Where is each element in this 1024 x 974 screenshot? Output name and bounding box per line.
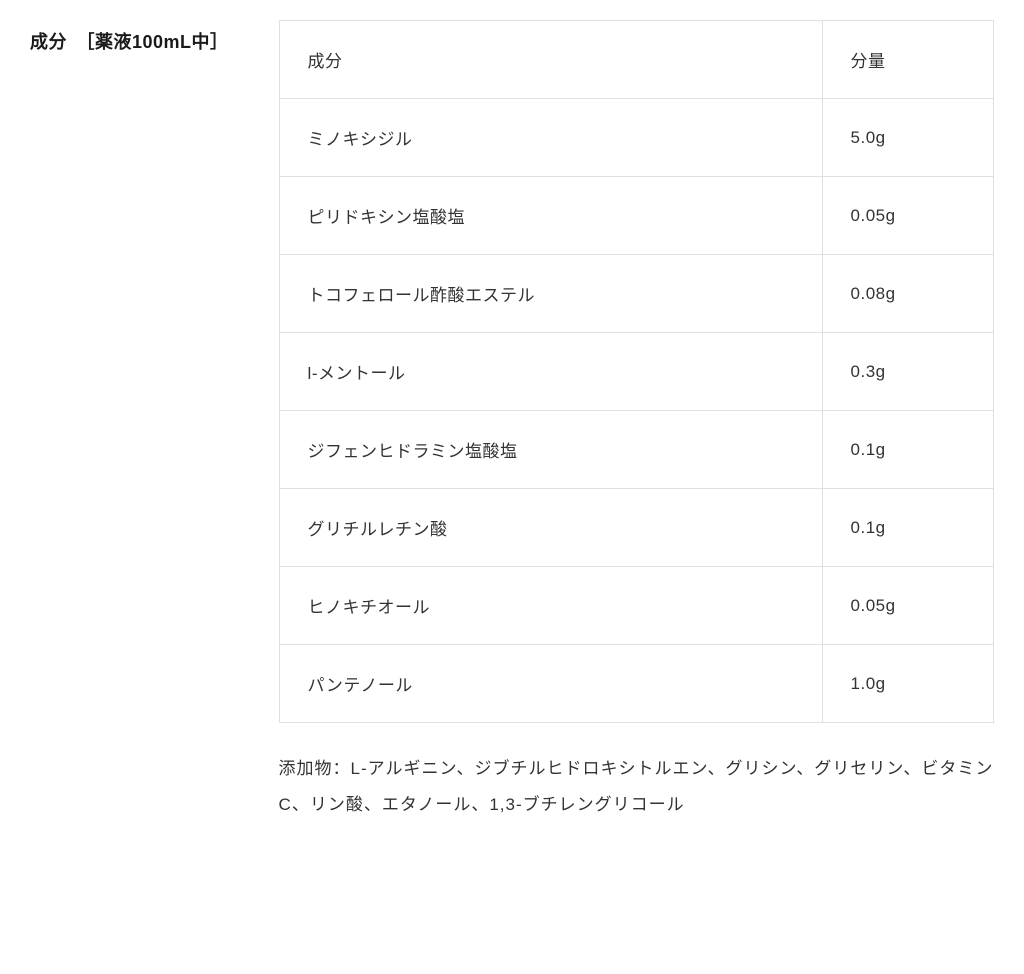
- cell-amount: 0.1g: [822, 411, 993, 489]
- cell-ingredient: ミノキシジル: [279, 99, 822, 177]
- table-row: ミノキシジル 5.0g: [279, 99, 993, 177]
- cell-amount: 1.0g: [822, 645, 993, 723]
- cell-ingredient: パンテノール: [279, 645, 822, 723]
- cell-amount: 0.3g: [822, 333, 993, 411]
- ingredients-table: 成分 分量 ミノキシジル 5.0g ピリドキシン塩酸塩 0.05g トコフェロー…: [279, 20, 994, 723]
- cell-ingredient: トコフェロール酢酸エステル: [279, 255, 822, 333]
- cell-ingredient: ピリドキシン塩酸塩: [279, 177, 822, 255]
- cell-amount: 0.08g: [822, 255, 993, 333]
- table-row: パンテノール 1.0g: [279, 645, 993, 723]
- table-row: グリチルレチン酸 0.1g: [279, 489, 993, 567]
- additives-text: 添加物：L-アルギニン、ジブチルヒドロキシトルエン、グリシン、グリセリン、ビタミ…: [279, 751, 994, 822]
- cell-amount: 0.1g: [822, 489, 993, 567]
- table-row: ピリドキシン塩酸塩 0.05g: [279, 177, 993, 255]
- cell-amount: 5.0g: [822, 99, 993, 177]
- table-row: ヒノキチオール 0.05g: [279, 567, 993, 645]
- table-row: l-メントール 0.3g: [279, 333, 993, 411]
- ingredients-section: 成分 ［薬液100mL中］ 成分 分量 ミノキシジル 5.0g ピリドキシン塩酸…: [30, 20, 994, 822]
- cell-amount: 0.05g: [822, 567, 993, 645]
- cell-ingredient: ヒノキチオール: [279, 567, 822, 645]
- table-row: トコフェロール酢酸エステル 0.08g: [279, 255, 993, 333]
- table-row: ジフェンヒドラミン塩酸塩 0.1g: [279, 411, 993, 489]
- section-title: 成分 ［薬液100mL中］: [30, 20, 229, 822]
- cell-ingredient: ジフェンヒドラミン塩酸塩: [279, 411, 822, 489]
- cell-amount: 0.05g: [822, 177, 993, 255]
- cell-ingredient: l-メントール: [279, 333, 822, 411]
- header-amount: 分量: [822, 21, 993, 99]
- ingredients-content: 成分 分量 ミノキシジル 5.0g ピリドキシン塩酸塩 0.05g トコフェロー…: [279, 20, 994, 822]
- table-header-row: 成分 分量: [279, 21, 993, 99]
- header-ingredient: 成分: [279, 21, 822, 99]
- cell-ingredient: グリチルレチン酸: [279, 489, 822, 567]
